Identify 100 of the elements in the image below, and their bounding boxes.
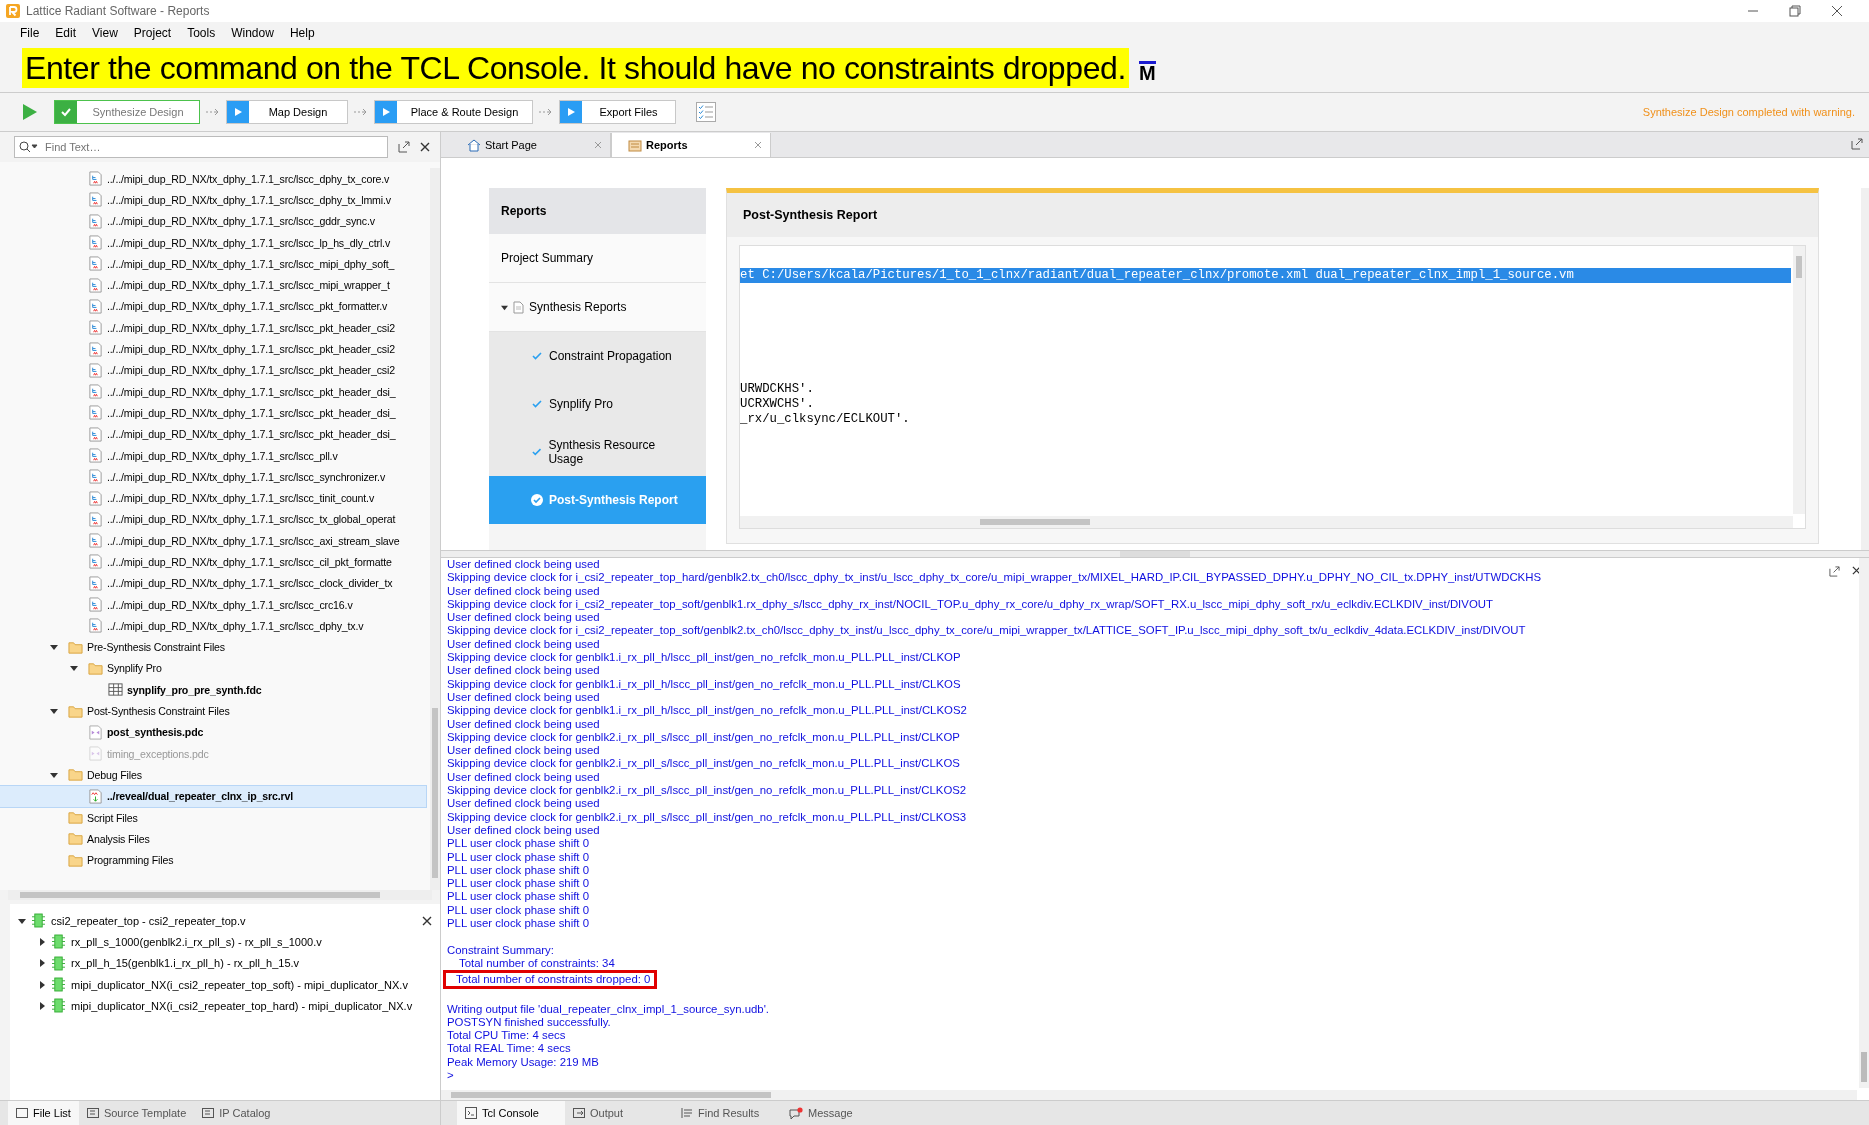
tree-item[interactable]: ../../mipi_dup_RD_NX/tx_dphy_1.7.1_src/lscc_axi_stream_slave xyxy=(0,530,426,552)
document-tab[interactable]: Reports xyxy=(611,133,771,157)
tree-item[interactable]: ../../mipi_dup_RD_NX/tx_dphy_1.7.1_src/lscc_crc16.v xyxy=(0,593,426,616)
tree-item[interactable]: ../../mipi_dup_RD_NX/tx_dphy_1.7.1_src/lscc_mipi_wrapper_t xyxy=(0,274,426,296)
caret-down-icon[interactable] xyxy=(18,916,26,925)
flow-step-button[interactable]: Place & Route Design xyxy=(374,100,533,124)
caret-right-icon[interactable] xyxy=(38,980,46,989)
flow-step-button[interactable]: Map Design xyxy=(226,100,348,124)
menu-item[interactable]: View xyxy=(92,26,118,40)
scrollbar[interactable] xyxy=(8,890,432,900)
console-prompt[interactable]: > xyxy=(447,1069,1829,1083)
tree-label[interactable]: mipi_duplicator_NX(i_csi2_repeater_top_hard) - mipi_duplicator_NX.v xyxy=(71,999,413,1012)
menu-item[interactable]: File xyxy=(20,26,40,40)
tree-label[interactable]: csi2_repeater_top - csi2_repeater_top.v xyxy=(51,914,246,927)
caret-right-icon[interactable] xyxy=(38,959,46,968)
scrollbar[interactable] xyxy=(740,516,1793,528)
console-line: PLL user clock phase shift 0 xyxy=(447,837,591,851)
flow-step-button[interactable]: Synthesize Design xyxy=(54,100,200,124)
tree-item[interactable]: ../../mipi_dup_RD_NX/tx_dphy_1.7.1_src/lscc_lp_hs_dly_ctrl.v xyxy=(0,231,426,254)
tree-item[interactable]: Script Files xyxy=(0,806,426,829)
tree-label: ../../mipi_dup_RD_NX/tx_dphy_1.7.1_src/lscc_tx_global_operat xyxy=(107,513,396,526)
tree-item[interactable]: post_synthesis.pdc xyxy=(0,721,426,743)
scrollbar[interactable] xyxy=(1859,558,1869,1088)
tree-item[interactable]: synplify_pro_pre_synth.fdc xyxy=(0,679,426,701)
caret-down-icon[interactable] xyxy=(50,707,58,716)
caret-right-icon[interactable] xyxy=(38,937,46,946)
console-line: Skipping device clock for genblk2.i_rx_pll_s/lscc_pll_inst/gen_no_refclk_mon.u_PLL.PLL_inst/CLKOS2 xyxy=(447,784,968,798)
tree-item[interactable]: ../../mipi_dup_RD_NX/tx_dphy_1.7.1_src/lscc_dphy_tx_core.v xyxy=(0,168,426,190)
app-logo-icon xyxy=(6,4,20,18)
file-icon xyxy=(88,298,103,314)
popout-icon[interactable] xyxy=(1829,566,1840,577)
tree-item[interactable]: Programming Files xyxy=(0,849,426,871)
panel-tab[interactable]: File List xyxy=(8,1101,79,1125)
panel-tab[interactable]: Tcl Console xyxy=(457,1101,565,1125)
popout-icon[interactable] xyxy=(398,141,410,153)
tree-item[interactable]: Pre-Synthesis Constraint Files xyxy=(0,636,426,658)
panel-tab[interactable]: Source Template xyxy=(78,1101,195,1125)
tree-item[interactable]: ../../mipi_dup_RD_NX/tx_dphy_1.7.1_src/lscc_pkt_header_dsi_ xyxy=(0,402,426,424)
panel-tab[interactable]: Find Results xyxy=(673,1101,781,1125)
tree-item[interactable]: ../../mipi_dup_RD_NX/tx_dphy_1.7.1_src/lscc_pkt_formatter.v xyxy=(0,295,426,318)
menu-item[interactable]: Help xyxy=(289,26,315,40)
tree-label[interactable]: rx_pll_s_1000(genblk2.i_rx_pll_s) - rx_pll_s_1000.v xyxy=(71,935,322,948)
tree-item[interactable]: ../../mipi_dup_RD_NX/tx_dphy_1.7.1_src/lscc_pkt_header_csi2 xyxy=(0,317,426,339)
tree-item[interactable]: Debug Files xyxy=(0,764,426,786)
tree-item[interactable]: ../../mipi_dup_RD_NX/tx_dphy_1.7.1_src/lscc_pll.v xyxy=(0,444,426,467)
caret-down-icon[interactable] xyxy=(70,664,78,673)
close-icon[interactable] xyxy=(1831,5,1843,17)
tree-item[interactable]: Post-Synthesis Constraint Files xyxy=(0,700,426,722)
console-line: Skipping device clock for i_csi2_repeater_top_hard/genblk2.tx_ch0/lscc_dphy_tx_inst/u_lscc_dphy_tx_core/u_mipi_wrapper_tx/MIXEL_HARD_IP.CIL_BYPASSED_DPHY.u_DPHY_NO_CIL_tx.DPHY_inst/UTWDCKHS xyxy=(447,571,1543,585)
tree-label[interactable]: mipi_duplicator_NX(i_csi2_repeater_top_soft) - mipi_duplicator_NX.v xyxy=(71,978,408,991)
nav-item[interactable]: Project Summary xyxy=(489,234,706,283)
tree-item[interactable]: Synplify Pro xyxy=(0,657,426,680)
chip-icon xyxy=(32,913,45,929)
tree-item[interactable]: ../../mipi_dup_RD_NX/tx_dphy_1.7.1_src/lscc_pkt_header_csi2 xyxy=(0,338,426,360)
menu-item[interactable]: Window xyxy=(231,26,274,40)
check-icon xyxy=(531,350,543,362)
tree-item[interactable]: ../../mipi_dup_RD_NX/tx_dphy_1.7.1_src/lscc_synchronizer.v xyxy=(0,466,426,488)
menu-item[interactable]: Tools xyxy=(187,26,216,40)
nav-item[interactable]: Synthesis Reports xyxy=(489,283,706,332)
tree-item[interactable]: ../../mipi_dup_RD_NX/tx_dphy_1.7.1_src/lscc_clock_divider_tx xyxy=(0,572,426,594)
nav-item[interactable]: Synplify Pro xyxy=(489,380,706,428)
panel-tab[interactable]: Output xyxy=(565,1101,673,1125)
scrollbar[interactable] xyxy=(430,168,440,890)
tree-item[interactable]: ../../mipi_dup_RD_NX/tx_dphy_1.7.1_src/lscc_dphy_tx_lmmi.v xyxy=(0,189,426,211)
search-icon[interactable] xyxy=(19,141,39,153)
run-icon[interactable] xyxy=(22,103,38,121)
tree-item[interactable]: ../../mipi_dup_RD_NX/tx_dphy_1.7.1_src/lscc_pkt_header_csi2 xyxy=(0,359,426,381)
tree-item[interactable]: ../../mipi_dup_RD_NX/tx_dphy_1.7.1_src/lscc_tx_global_operat xyxy=(0,508,426,531)
popout-icon[interactable] xyxy=(1851,138,1863,150)
tree-item[interactable]: ../../mipi_dup_RD_NX/tx_dphy_1.7.1_src/lscc_pkt_header_dsi_ xyxy=(0,380,426,403)
menu-item[interactable]: Edit xyxy=(55,26,77,40)
folder-icon xyxy=(68,810,83,826)
close-icon[interactable] xyxy=(1852,566,1861,575)
checklist-icon[interactable] xyxy=(696,102,716,122)
close-icon[interactable] xyxy=(420,142,430,152)
tree-item[interactable]: ../../mipi_dup_RD_NX/tx_dphy_1.7.1_src/lscc_gddr_sync.v xyxy=(0,210,426,232)
file-icon xyxy=(88,469,103,485)
tree-item[interactable]: Analysis Files xyxy=(0,828,426,850)
caret-right-icon[interactable] xyxy=(38,1001,46,1010)
restore-icon[interactable] xyxy=(1789,5,1801,17)
panel-tab[interactable]: IP Catalog xyxy=(194,1101,279,1125)
tree-item[interactable]: ../../mipi_dup_RD_NX/tx_dphy_1.7.1_src/lscc_tinit_count.v xyxy=(0,487,426,509)
caret-down-icon[interactable] xyxy=(50,643,58,652)
close-icon[interactable] xyxy=(422,915,432,926)
tree-item[interactable]: ../../mipi_dup_RD_NX/tx_dphy_1.7.1_src/lscc_dphy_tx.v xyxy=(0,615,426,637)
nav-item[interactable]: Constraint Propagation xyxy=(489,332,706,380)
scrollbar[interactable] xyxy=(1861,188,1869,550)
tree-item[interactable]: ../../mipi_dup_RD_NX/tx_dphy_1.7.1_src/lscc_pkt_header_dsi_ xyxy=(0,423,426,445)
tree-label[interactable]: rx_pll_h_15(genblk1.i_rx_pll_h) - rx_pll_h_15.v xyxy=(71,957,300,970)
tree-item[interactable]: ../reveal/dual_repeater_clnx_ip_src.rvl xyxy=(0,785,426,807)
search-field[interactable]: Find Text… xyxy=(14,136,388,158)
panel-tab[interactable]: Message xyxy=(781,1101,889,1125)
scrollbar[interactable] xyxy=(1793,246,1805,514)
console-line: Skipping device clock for genblk1.i_rx_pll_h/lscc_pll_inst/gen_no_refclk_mon.u_PLL.PLL_inst/CLKOP xyxy=(447,651,962,665)
nav-item[interactable]: Synthesis Resource Usage xyxy=(489,428,706,476)
tree-item[interactable]: ../../mipi_dup_RD_NX/tx_dphy_1.7.1_src/lscc_mipi_dphy_soft_ xyxy=(0,253,426,275)
caret-down-icon[interactable] xyxy=(50,770,58,779)
tree-item[interactable]: ../../mipi_dup_RD_NX/tx_dphy_1.7.1_src/lscc_cil_pkt_formatte xyxy=(0,551,426,573)
flow-step-button[interactable]: Export Files xyxy=(559,100,676,124)
menu-item[interactable]: Project xyxy=(133,26,172,40)
